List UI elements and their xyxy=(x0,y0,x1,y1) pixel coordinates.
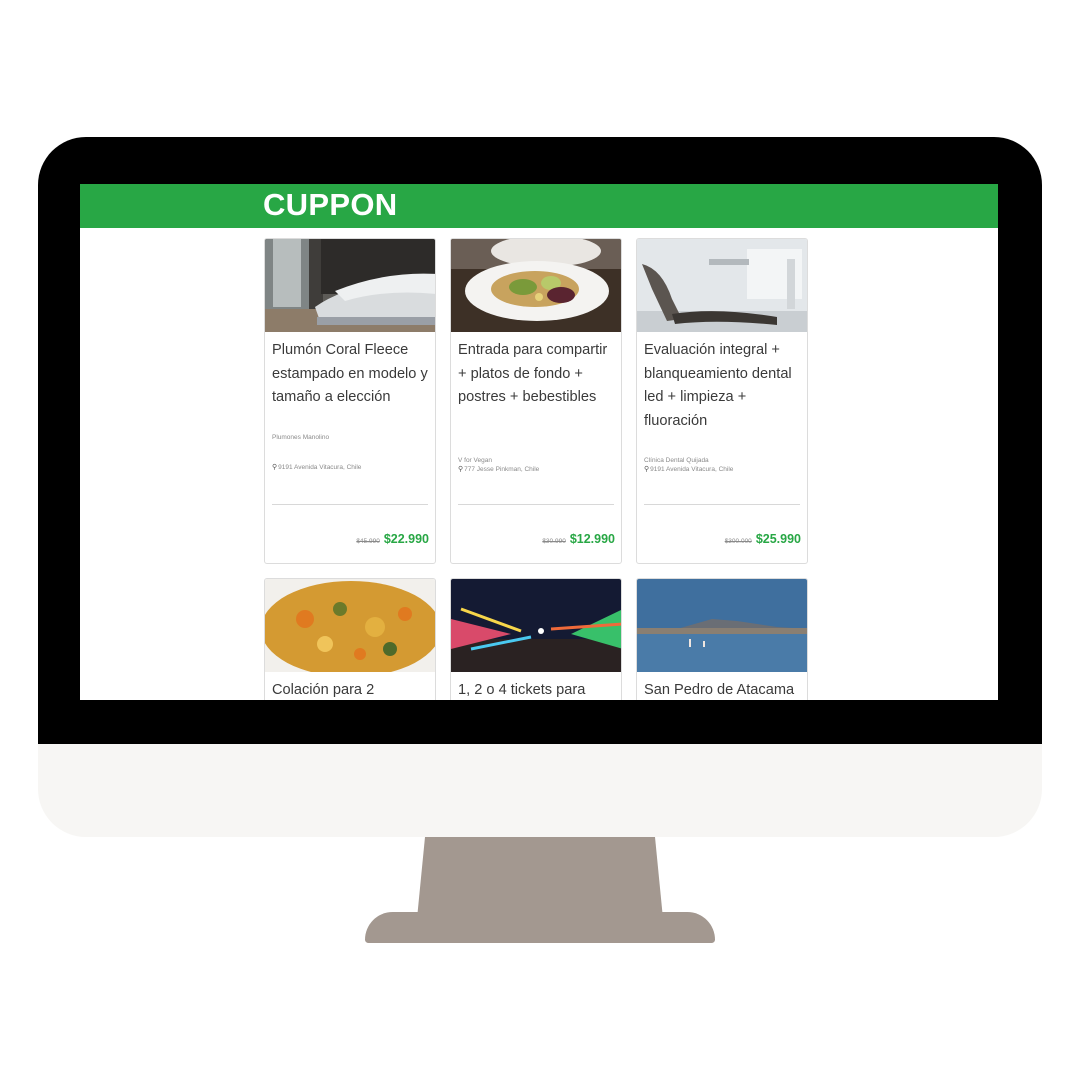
deal-location: ⚲9191 Avenida Vitacura, Chile xyxy=(644,466,801,473)
brand-logo[interactable]: CUPPON xyxy=(263,186,397,224)
deal-card[interactable]: Plumón Coral Fleece estampado en modelo … xyxy=(264,238,436,564)
bedroom-photo xyxy=(265,239,435,332)
salad-plate-photo xyxy=(451,239,621,332)
address-text: 9191 Avenida Vitacura, Chile xyxy=(278,464,362,471)
address-text: 777 Jesse Pinkman, Chile xyxy=(464,466,540,473)
screen: CUPPON Plumón Coral Fleece estampado en … xyxy=(80,184,998,700)
monitor-stand-base xyxy=(365,912,715,943)
monitor-chin xyxy=(38,744,1042,837)
deal-title[interactable]: Colación para 2 xyxy=(272,679,429,700)
map-marker-icon: ⚲ xyxy=(458,466,464,473)
navbar: CUPPON xyxy=(80,184,998,228)
discount-price: $22.990 xyxy=(383,532,429,546)
deal-card[interactable]: 1, 2 o 4 tickets para xyxy=(450,578,622,700)
merchant-name: Plumones Manolino xyxy=(272,434,330,441)
map-marker-icon: ⚲ xyxy=(272,464,278,471)
discount-price: $12.990 xyxy=(569,532,615,546)
deal-title[interactable]: Entrada para compartir + platos de fondo… xyxy=(458,339,615,410)
deal-title[interactable]: San Pedro de Atacama xyxy=(644,679,801,700)
deal-card[interactable]: Colación para 2 xyxy=(264,578,436,700)
price-block: $45.990 $22.990 xyxy=(356,532,429,546)
deal-location: ⚲9191 Avenida Vitacura, Chile xyxy=(272,464,429,471)
food-bowl-photo xyxy=(265,579,435,672)
dental-chair-photo xyxy=(637,239,807,332)
merchant-name: Clínica Dental Quijada xyxy=(644,457,709,464)
carnival-night-photo xyxy=(451,579,621,672)
deal-location: ⚲777 Jesse Pinkman, Chile xyxy=(458,466,615,473)
deals-grid: Plumón Coral Fleece estampado en modelo … xyxy=(264,238,810,700)
original-price: $45.990 xyxy=(356,538,380,545)
salt-lake-photo xyxy=(637,579,807,672)
deal-card[interactable]: Entrada para compartir + platos de fondo… xyxy=(450,238,622,564)
divider xyxy=(644,504,800,505)
merchant-name: V for Vegan xyxy=(458,457,492,464)
divider xyxy=(458,504,614,505)
deal-card[interactable]: Evaluación integral + blanqueamiento den… xyxy=(636,238,808,564)
address-text: 9191 Avenida Vitacura, Chile xyxy=(650,466,734,473)
deal-card[interactable]: San Pedro de Atacama xyxy=(636,578,808,700)
divider xyxy=(272,504,428,505)
original-price: $30.990 xyxy=(542,538,566,545)
deal-title[interactable]: Evaluación integral + blanqueamiento den… xyxy=(644,339,801,433)
price-block: $30.990 $12.990 xyxy=(542,532,615,546)
discount-price: $25.990 xyxy=(755,532,801,546)
deal-title[interactable]: 1, 2 o 4 tickets para xyxy=(458,679,615,700)
map-marker-icon: ⚲ xyxy=(644,466,650,473)
original-price: $300.000 xyxy=(724,538,752,545)
price-block: $300.000 $25.990 xyxy=(725,532,801,546)
deal-title[interactable]: Plumón Coral Fleece estampado en modelo … xyxy=(272,339,429,410)
